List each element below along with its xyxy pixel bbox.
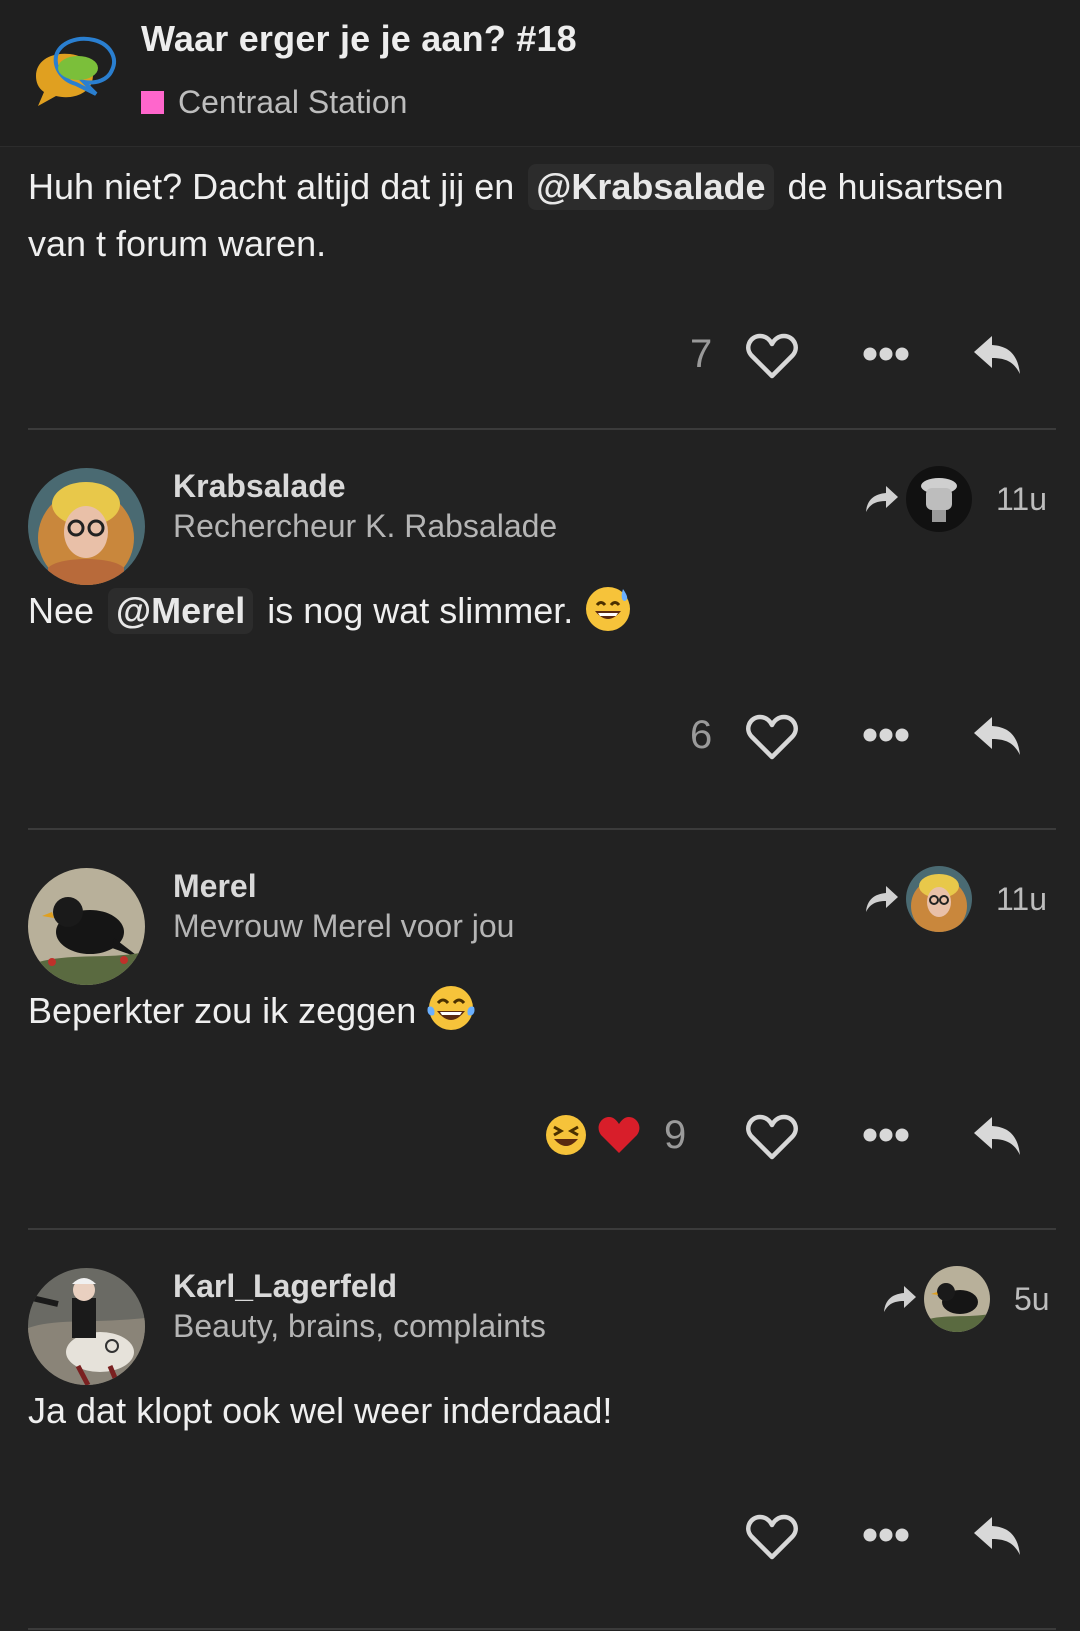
user-title: Beauty, brains, complaints [173, 1308, 546, 1344]
post-text: Ja dat klopt ook wel weer inderdaad! [28, 1390, 613, 1431]
post-actions: 6 [0, 703, 1080, 773]
topic-header: Waar erger je je aan? #18 Centraal Stati… [0, 0, 1080, 147]
reply-icon[interactable] [972, 713, 1024, 757]
share-arrow-icon [866, 886, 898, 912]
forum-logo-icon[interactable] [26, 30, 122, 114]
mention-link[interactable]: @Krabsalade [528, 164, 774, 210]
user-avatar[interactable] [28, 1268, 145, 1385]
like-count: 6 [690, 713, 713, 757]
post-age[interactable]: 11u [996, 881, 1047, 918]
reply-to-indicator[interactable]: 11u [864, 466, 1047, 532]
user-avatar[interactable] [28, 868, 145, 985]
reply-icon[interactable] [972, 332, 1024, 376]
share-arrow-icon [866, 486, 898, 512]
username[interactable]: Krabsalade [173, 468, 346, 505]
post: Huh niet? Dacht altijd dat jij en @Krabs… [0, 146, 1080, 429]
reply-to-avatar [906, 866, 972, 932]
post-body: Ja dat klopt ook wel weer inderdaad! [28, 1382, 1056, 1439]
post-actions: 7 [0, 322, 1080, 392]
username[interactable]: Karl_Lagerfeld [173, 1268, 397, 1305]
laughing-emoji[interactable] [544, 1113, 588, 1157]
user-title: Rechercheur K. Rabsalade [173, 508, 558, 544]
more-dots-icon[interactable] [862, 1525, 910, 1545]
post-age[interactable]: 11u [996, 481, 1047, 518]
post-body: Nee @Merel is nog wat slimmer. [28, 582, 1056, 639]
post-actions: 9 [0, 1103, 1080, 1173]
post-text: is nog wat slimmer. [257, 590, 574, 631]
post-text: Huh niet? Dacht altijd dat jij en [28, 166, 525, 207]
post: Karl_Lagerfeld Beauty, brains, complaint… [0, 1230, 1080, 1630]
like-count: 7 [690, 332, 713, 376]
like-count: 9 [664, 1113, 687, 1157]
sweat-smile-emoji [586, 587, 631, 631]
heart-outline-icon[interactable] [746, 332, 798, 380]
post-body: Beperkter zou ik zeggen [28, 982, 1056, 1039]
post-text: Beperkter zou ik zeggen [28, 990, 417, 1031]
reply-to-indicator[interactable]: 11u [864, 866, 1047, 932]
user-avatar[interactable] [28, 468, 145, 585]
heart-outline-icon[interactable] [746, 1513, 798, 1561]
heart-outline-icon[interactable] [746, 1113, 798, 1161]
post: Krabsalade Rechercheur K. Rabsalade 11u … [0, 430, 1080, 826]
heart-outline-icon[interactable] [746, 713, 798, 761]
user-title: Mevrouw Merel voor jou [173, 908, 515, 944]
post-actions [0, 1503, 1080, 1573]
reply-to-indicator[interactable]: 5u [882, 1266, 1050, 1332]
share-arrow-icon [884, 1286, 916, 1312]
category-name: Centraal Station [178, 84, 408, 120]
category-color-swatch [141, 91, 164, 114]
more-dots-icon[interactable] [862, 344, 910, 364]
topic-title[interactable]: Waar erger je je aan? #18 [141, 18, 577, 60]
post-divider [28, 1628, 1056, 1630]
post-body: Huh niet? Dacht altijd dat jij en @Krabs… [28, 158, 1056, 272]
reply-icon[interactable] [972, 1113, 1024, 1157]
post-text: Nee [28, 590, 105, 631]
heart-emoji[interactable] [597, 1113, 641, 1157]
more-dots-icon[interactable] [862, 725, 910, 745]
username[interactable]: Merel [173, 868, 257, 905]
mention-link[interactable]: @Merel [108, 588, 254, 634]
category-badge[interactable]: Centraal Station [141, 84, 407, 121]
post-age[interactable]: 5u [1014, 1281, 1050, 1318]
more-dots-icon[interactable] [862, 1125, 910, 1145]
reply-to-avatar [906, 466, 972, 532]
tears-of-joy-emoji [427, 986, 475, 1030]
reply-to-avatar [924, 1266, 990, 1332]
reply-icon[interactable] [972, 1513, 1024, 1557]
post: Merel Mevrouw Merel voor jou 11u Beperkt… [0, 830, 1080, 1226]
